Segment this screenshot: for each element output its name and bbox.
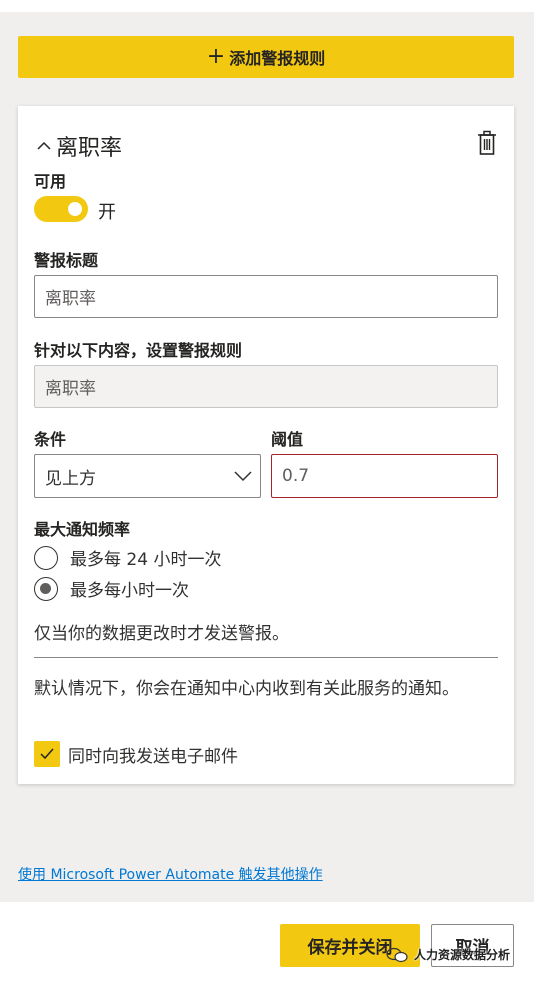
threshold-label: 阈值 <box>271 430 304 449</box>
toggle-knob <box>68 202 82 216</box>
top-strip <box>0 0 534 12</box>
alert-title-label: 警报标题 <box>34 251 99 270</box>
frequency-option-hourly[interactable]: 最多每小时一次 <box>34 576 189 601</box>
threshold-input[interactable]: 0.7 <box>271 454 498 498</box>
enabled-label: 可用 <box>34 172 67 191</box>
radio-button[interactable] <box>34 545 58 570</box>
alert-title-value: 离职率 <box>45 289 96 309</box>
threshold-value: 0.7 <box>282 466 310 486</box>
power-automate-link[interactable]: 使用 Microsoft Power Automate 触发其他操作 <box>18 864 323 884</box>
alert-title-input[interactable]: 离职率 <box>34 275 498 318</box>
plus-icon: + <box>206 44 226 69</box>
rule-header[interactable]: 离职率 <box>34 130 122 162</box>
default-note: 默认情况下，你会在通知中心内收到有关此服务的通知。 <box>34 679 459 699</box>
email-label: 同时向我发送电子邮件 <box>68 746 238 767</box>
radio-button-checked[interactable] <box>34 576 58 601</box>
add-alert-rule-button[interactable]: + 添加警报规则 <box>18 36 514 78</box>
email-option[interactable]: 同时向我发送电子邮件 <box>34 741 238 767</box>
change-note: 仅当你的数据更改时才发送警报。 <box>34 624 289 644</box>
trash-icon[interactable] <box>476 130 498 156</box>
target-label: 针对以下内容，设置警报规则 <box>34 341 243 360</box>
watermark: 人力资源数据分析 <box>386 946 510 963</box>
email-checkbox[interactable] <box>34 741 60 767</box>
divider <box>34 657 498 658</box>
checkmark-icon <box>40 748 54 760</box>
chevron-down-icon <box>234 471 252 482</box>
rule-title: 离职率 <box>56 136 123 161</box>
target-value: 离职率 <box>45 379 96 399</box>
enabled-toggle[interactable] <box>34 196 88 222</box>
frequency-option-24h[interactable]: 最多每 24 小时一次 <box>34 545 221 570</box>
frequency-option-label: 最多每小时一次 <box>70 581 189 601</box>
footer: 保存并关闭 取消 <box>0 902 534 984</box>
condition-select[interactable]: 见上方 <box>34 454 261 498</box>
wechat-icon <box>386 947 408 962</box>
alert-rule-card: 离职率 可用 开 警报标题 离职率 针对以下内容，设置警报规则 离职率 条件 阈… <box>18 106 514 784</box>
frequency-option-label: 最多每 24 小时一次 <box>70 550 222 570</box>
watermark-text: 人力资源数据分析 <box>414 948 511 962</box>
condition-value: 见上方 <box>45 468 96 489</box>
condition-label: 条件 <box>34 430 67 449</box>
frequency-label: 最大通知频率 <box>34 520 131 539</box>
chevron-up-icon[interactable] <box>34 136 54 156</box>
add-alert-rule-label: 添加警报规则 <box>229 49 326 68</box>
toggle-state-text: 开 <box>98 202 116 223</box>
target-field: 离职率 <box>34 365 498 408</box>
